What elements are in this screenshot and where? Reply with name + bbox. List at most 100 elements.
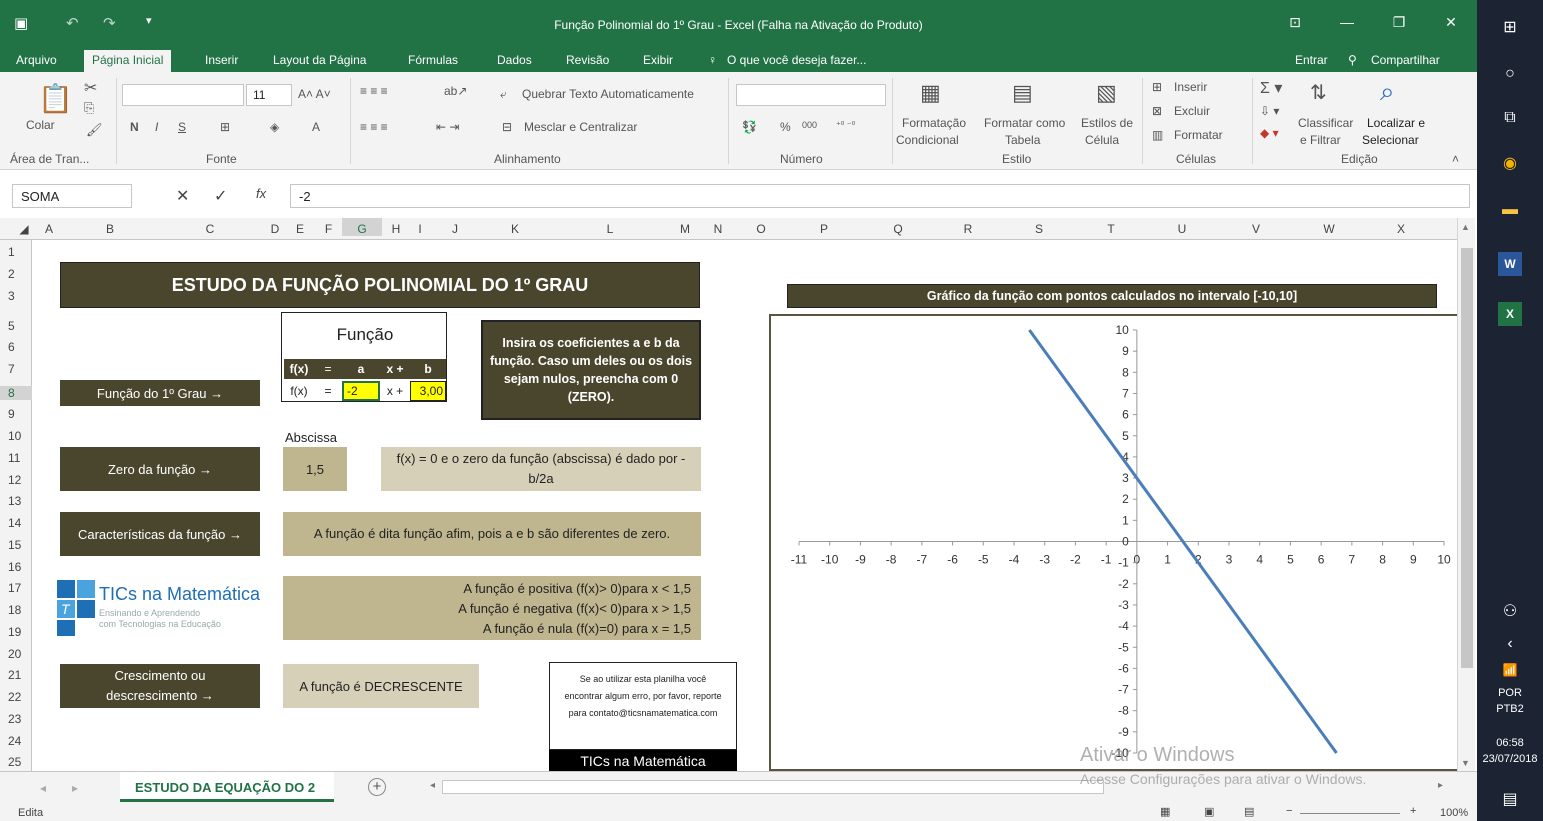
- copy-icon[interactable]: ⎘: [84, 100, 94, 116]
- hscroll-right-icon[interactable]: ▸: [1438, 780, 1443, 791]
- tab-revisao[interactable]: Revisão: [566, 53, 609, 67]
- tab-dados[interactable]: Dados: [497, 53, 532, 67]
- row-header[interactable]: 2: [0, 267, 30, 281]
- format-table-label2[interactable]: Tabela: [1005, 133, 1040, 147]
- wrap-text-button[interactable]: Quebrar Texto Automaticamente: [522, 87, 694, 101]
- sort-filter-label[interactable]: Classificar: [1298, 116, 1353, 130]
- row-header[interactable]: 19: [0, 625, 30, 639]
- row-header[interactable]: 6: [0, 340, 30, 354]
- share-icon[interactable]: ⚲: [1348, 53, 1357, 67]
- underline-icon[interactable]: S: [178, 120, 186, 134]
- conditional-format-icon[interactable]: ▦: [920, 80, 941, 106]
- cancel-icon[interactable]: ✕: [176, 186, 189, 206]
- hscroll-left-icon[interactable]: ◂: [430, 780, 435, 791]
- column-header[interactable]: X: [1364, 222, 1438, 236]
- restore-button[interactable]: ❐: [1384, 14, 1414, 31]
- row-header[interactable]: 11: [0, 451, 30, 465]
- wrap-text-icon[interactable]: ⤶: [500, 87, 507, 102]
- tab-arquivo[interactable]: Arquivo: [16, 53, 57, 67]
- worksheet[interactable]: ESTUDO DA FUNÇÃO POLINOMIAL DO 1º GRAU F…: [33, 240, 1465, 771]
- horizontal-scrollbar[interactable]: [442, 780, 1104, 794]
- font-color-icon[interactable]: A: [312, 120, 320, 134]
- row-header[interactable]: 23: [0, 712, 30, 726]
- column-header[interactable]: F: [315, 222, 342, 236]
- grow-font-icon[interactable]: A˄ A˅: [298, 87, 331, 101]
- column-header[interactable]: R: [934, 222, 1002, 236]
- format-painter-icon[interactable]: 🖌: [86, 122, 103, 138]
- select-all-corner[interactable]: ◢: [16, 222, 32, 236]
- column-header[interactable]: H: [382, 222, 410, 236]
- delete-icon[interactable]: ⊠: [1152, 104, 1162, 118]
- network-volume-icon[interactable]: 📶: [1498, 658, 1522, 682]
- clear-icon[interactable]: ◆ ▾: [1260, 126, 1279, 140]
- column-header[interactable]: P: [786, 222, 862, 236]
- cell-styles-label[interactable]: Estilos de: [1081, 116, 1133, 130]
- share-button[interactable]: Compartilhar: [1371, 53, 1440, 67]
- merge-icon[interactable]: ⊟: [502, 120, 512, 134]
- insert-cells-button[interactable]: Inserir: [1174, 80, 1207, 94]
- column-header[interactable]: O: [736, 222, 786, 236]
- vertical-scrollbar[interactable]: ▲ ▼: [1457, 218, 1475, 771]
- column-header[interactable]: M: [670, 222, 700, 236]
- thousands-button[interactable]: 000: [802, 120, 817, 130]
- fill-color-icon[interactable]: ◈: [270, 120, 279, 134]
- chart-container[interactable]: -11 -10 -9 -8 -7 -6 -5 -4 -3 -2 -1 0 1 2 3 4 5 6 7 8 9 10 -10-…: [769, 314, 1465, 771]
- column-header[interactable]: A: [33, 222, 65, 236]
- tab-formulas[interactable]: Fórmulas: [408, 53, 458, 67]
- sort-filter-label2[interactable]: e Filtrar: [1300, 133, 1341, 147]
- format-cells-button[interactable]: Formatar: [1174, 128, 1223, 142]
- italic-icon[interactable]: I: [155, 120, 158, 134]
- zoom-slider[interactable]: [1300, 813, 1400, 814]
- close-button[interactable]: ✕: [1436, 14, 1466, 31]
- row-header[interactable]: 17: [0, 581, 30, 595]
- row-header[interactable]: 21: [0, 668, 30, 682]
- column-header[interactable]: W: [1294, 222, 1364, 236]
- page-layout-icon[interactable]: ▣: [1204, 805, 1214, 818]
- format-table-icon[interactable]: ▤: [1012, 80, 1033, 106]
- row-header[interactable]: 18: [0, 603, 30, 617]
- bold-icon[interactable]: N: [130, 120, 139, 134]
- sign-in-link[interactable]: Entrar: [1295, 53, 1328, 67]
- tab-exibir[interactable]: Exibir: [643, 53, 673, 67]
- cell-styles-icon[interactable]: ▧: [1096, 80, 1117, 106]
- indent-icon[interactable]: ⇤ ⇥: [436, 120, 459, 134]
- scroll-thumb[interactable]: [1461, 248, 1473, 668]
- row-header[interactable]: 3: [0, 289, 30, 303]
- column-header[interactable]: V: [1218, 222, 1294, 236]
- insert-icon[interactable]: ⊞: [1152, 80, 1162, 94]
- sheet-tab-active[interactable]: ESTUDO DA EQUAÇÃO DO 2: [120, 772, 334, 802]
- row-header[interactable]: 13: [0, 494, 30, 508]
- page-break-icon[interactable]: ▤: [1244, 805, 1254, 818]
- percent-button[interactable]: %: [780, 120, 791, 134]
- notifications-icon[interactable]: ▤: [1498, 788, 1522, 812]
- delete-cells-button[interactable]: Excluir: [1174, 104, 1210, 118]
- row-header[interactable]: 25: [0, 755, 30, 769]
- minimize-button[interactable]: —: [1332, 14, 1362, 30]
- cond-format-label[interactable]: Formatação: [902, 116, 966, 130]
- currency-icon[interactable]: 💱: [742, 120, 757, 134]
- column-header[interactable]: T: [1076, 222, 1146, 236]
- find-select-label2[interactable]: Selecionar: [1362, 133, 1419, 147]
- row-header[interactable]: 9: [0, 407, 30, 421]
- insert-function-icon[interactable]: fx: [256, 186, 266, 201]
- row-header[interactable]: 10: [0, 429, 30, 443]
- tab-next-icon[interactable]: ▸: [72, 781, 78, 795]
- format-cells-icon[interactable]: ▥: [1152, 128, 1163, 142]
- cortana-icon[interactable]: ○: [1498, 62, 1522, 86]
- column-header[interactable]: G: [342, 218, 382, 236]
- word-icon[interactable]: W: [1498, 252, 1522, 276]
- enter-icon[interactable]: ✓: [214, 186, 227, 206]
- column-header[interactable]: S: [1002, 222, 1076, 236]
- row-header[interactable]: 8: [0, 386, 32, 400]
- borders-icon[interactable]: ⊞: [220, 120, 230, 134]
- column-header[interactable]: Q: [862, 222, 934, 236]
- row-header[interactable]: 22: [0, 690, 30, 704]
- merge-center-button[interactable]: Mesclar e Centralizar: [524, 120, 637, 134]
- task-view-icon[interactable]: ⧉: [1498, 106, 1522, 130]
- orientation-icon[interactable]: ab↗: [444, 84, 467, 98]
- tab-layout[interactable]: Layout da Página: [273, 53, 366, 67]
- column-header[interactable]: N: [700, 222, 736, 236]
- paste-label[interactable]: Colar: [26, 118, 55, 132]
- row-header[interactable]: 14: [0, 516, 30, 530]
- collapse-ribbon-icon[interactable]: ˄: [1452, 152, 1459, 166]
